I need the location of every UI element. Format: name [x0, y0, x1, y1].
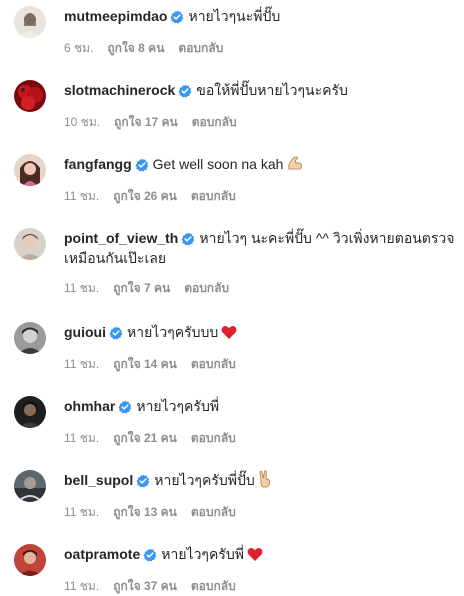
comment-body: ohmhar หายไวๆครับพี่ 11 ชม. ถูกใจ 21 คน ตอบ… [64, 396, 456, 446]
comment-text: หายไวๆครับพี่ [161, 546, 244, 562]
reply-button[interactable]: ตอบกลับ [178, 41, 223, 55]
comment-time[interactable]: 11 ชม. [64, 505, 99, 519]
avatar[interactable] [14, 154, 46, 186]
victory-hand-icon [259, 470, 270, 488]
comment-meta: 6 ชม. ถูกใจ 8 คน ตอบกลับ [64, 40, 456, 56]
comment-meta: 11 ชม. ถูกใจ 7 คน ตอบกลับ [64, 280, 456, 296]
verified-badge-icon [143, 548, 157, 562]
username[interactable]: oatpramote [64, 546, 140, 562]
red-heart-icon [247, 548, 263, 561]
username[interactable]: guioui [64, 324, 106, 340]
verified-badge-icon [170, 10, 184, 24]
like-count[interactable]: ถูกใจ 7 คน [113, 281, 170, 295]
reply-button[interactable]: ตอบกลับ [191, 505, 236, 519]
verified-badge-icon [135, 158, 148, 172]
avatar[interactable] [14, 80, 46, 112]
comment-text: Get well soon na kah [152, 156, 284, 172]
like-count[interactable]: ถูกใจ 14 คน [113, 357, 177, 371]
comment-body: bell_supol หายไวๆครับพี่ปั๊บ 11 ชม. ถูกใจ … [64, 470, 456, 520]
like-count[interactable]: ถูกใจ 37 คน [113, 579, 177, 593]
verified-badge-icon [109, 326, 123, 340]
reply-button[interactable]: ตอบกลับ [191, 579, 236, 593]
comment-time[interactable]: 10 ชม. [64, 115, 100, 129]
username[interactable]: point_of_view_th [64, 230, 178, 246]
comment-meta: 11 ชม. ถูกใจ 14 คน ตอบกลับ [64, 356, 456, 372]
username[interactable]: bell_supol [64, 472, 133, 488]
comment-time[interactable]: 11 ชม. [64, 431, 99, 445]
comment-list: mutmeepimdao หายไวๆนะพี่ปั๊บ 6 ชม. ถูกใจ 8… [0, 0, 464, 596]
comment-body: slotmachinerock ขอให้พี่ปั๊บหายไวๆนะครับ … [64, 80, 456, 130]
comment-text: ขอให้พี่ปั๊บหายไวๆนะครับ [196, 82, 348, 98]
comment-time[interactable]: 11 ชม. [64, 281, 99, 295]
like-count[interactable]: ถูกใจ 13 คน [113, 505, 177, 519]
comment-body: point_of_view_th หายไวๆ นะคะพี่ปั๊บ ^^ วิ… [64, 228, 456, 296]
comment-meta: 11 ชม. ถูกใจ 26 คน ตอบกลับ [64, 188, 456, 204]
like-count[interactable]: ถูกใจ 17 คน [114, 115, 178, 129]
comment-meta: 11 ชม. ถูกใจ 21 คน ตอบกลับ [64, 430, 456, 446]
comment-time[interactable]: 6 ชม. [64, 41, 93, 55]
comment-time[interactable]: 11 ชม. [64, 357, 99, 371]
avatar[interactable] [14, 470, 46, 502]
comment-text: หายไวๆครับพี่ปั๊บ [154, 472, 255, 488]
avatar[interactable] [14, 228, 46, 260]
comment-text: หายไวๆครับบบ [127, 324, 219, 340]
like-count[interactable]: ถูกใจ 21 คน [113, 431, 177, 445]
avatar[interactable] [14, 544, 46, 576]
red-heart-icon [221, 326, 237, 339]
reply-button[interactable]: ตอบกลับ [184, 281, 229, 295]
avatar[interactable] [14, 396, 46, 428]
comment-body: fangfangg Get well soon na kah 11 ชม. ถูกใ… [64, 154, 456, 204]
like-count[interactable]: ถูกใจ 8 คน [107, 41, 164, 55]
reply-button[interactable]: ตอบกลับ [192, 115, 237, 129]
muscle-arm-icon [288, 156, 303, 170]
reply-button[interactable]: ตอบกลับ [191, 357, 236, 371]
comment-time[interactable]: 11 ชม. [64, 579, 99, 593]
comment-meta: 11 ชม. ถูกใจ 13 คน ตอบกลับ [64, 504, 456, 520]
comment-text: หายไวๆครับพี่ [136, 398, 220, 414]
username[interactable]: fangfangg [64, 156, 132, 172]
comment-meta: 10 ชม. ถูกใจ 17 คน ตอบกลับ [64, 114, 456, 130]
username[interactable]: slotmachinerock [64, 82, 175, 98]
username[interactable]: mutmeepimdao [64, 8, 167, 24]
reply-button[interactable]: ตอบกลับ [191, 189, 236, 203]
comment-body: mutmeepimdao หายไวๆนะพี่ปั๊บ 6 ชม. ถูกใจ 8… [64, 6, 456, 56]
verified-badge-icon [181, 232, 195, 246]
like-count[interactable]: ถูกใจ 26 คน [113, 189, 177, 203]
verified-badge-icon [136, 474, 150, 488]
reply-button[interactable]: ตอบกลับ [191, 431, 236, 445]
comment-time[interactable]: 11 ชม. [64, 189, 99, 203]
username[interactable]: ohmhar [64, 398, 115, 414]
avatar[interactable] [14, 322, 46, 354]
comment-text: หายไวๆนะพี่ปั๊บ [188, 8, 281, 24]
comment-body: oatpramote หายไวๆครับพี่ 11 ชม. ถูกใจ 37 ค… [64, 544, 456, 594]
comment-meta: 11 ชม. ถูกใจ 37 คน ตอบกลับ [64, 578, 456, 594]
comment-body: guioui หายไวๆครับบบ 11 ชม. ถูกใจ 14 คน ตอบก… [64, 322, 456, 372]
verified-badge-icon [178, 84, 192, 98]
verified-badge-icon [118, 400, 132, 414]
avatar[interactable] [14, 6, 46, 38]
